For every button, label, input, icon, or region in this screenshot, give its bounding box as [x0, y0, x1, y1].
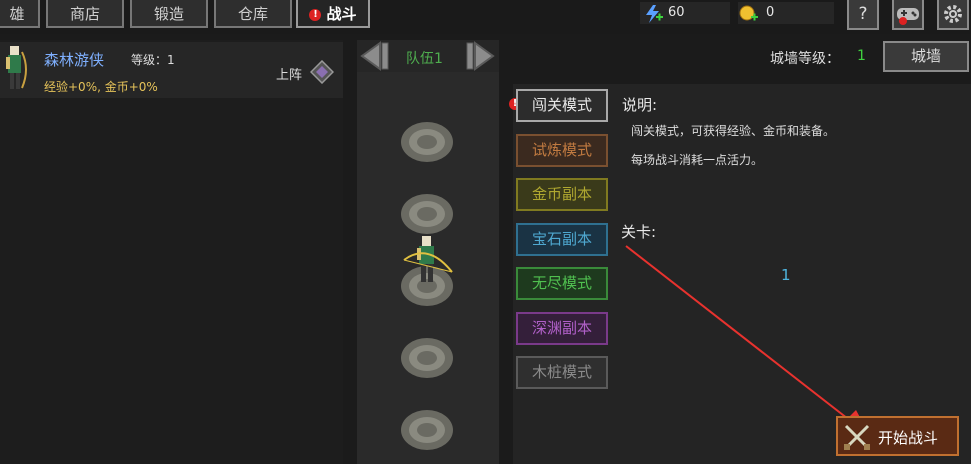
- tab-label: 仓库: [237, 5, 268, 23]
- tab-label: 雄: [9, 5, 25, 23]
- energy-value: 60: [668, 5, 685, 20]
- tab-battle[interactable]: ! 战斗: [296, 0, 370, 28]
- formation-slot[interactable]: [400, 334, 454, 380]
- gamepad-button[interactable]: [892, 0, 924, 30]
- mode-label: 无尽模式: [531, 274, 592, 292]
- tab-label: 战斗: [326, 5, 357, 23]
- hero-card[interactable]: 森林游侠 等级：1 经验+0%, 金币+0% 上阵: [0, 42, 343, 98]
- mode-button-abyss-dungeon[interactable]: 深渊副本: [516, 312, 608, 345]
- tab-forge[interactable]: 锻造: [130, 0, 208, 28]
- prev-team-arrow-icon[interactable]: [358, 41, 390, 71]
- mode-label: 宝石副本: [531, 230, 592, 248]
- team-label: 队伍1: [406, 51, 443, 67]
- tab-warehouse[interactable]: 仓库: [214, 0, 292, 28]
- description-title: 说明:: [622, 96, 658, 114]
- gear-icon: [944, 5, 962, 23]
- mode-label: 闯关模式: [531, 96, 592, 114]
- mode-label: 深渊副本: [531, 319, 592, 337]
- deploy-diamond-icon[interactable]: [310, 60, 334, 84]
- question-icon: ?: [858, 4, 868, 24]
- gold-counter: 0: [738, 2, 834, 24]
- settings-button[interactable]: [937, 0, 969, 30]
- start-battle-button[interactable]: 开始战斗: [836, 416, 959, 456]
- tab-shop[interactable]: 商店: [46, 0, 124, 28]
- tab-label: 商店: [69, 5, 100, 23]
- tab-label: 锻造: [153, 5, 184, 23]
- energy-icon: [646, 5, 663, 23]
- wall-button[interactable]: 城墙: [883, 41, 969, 72]
- forest-ranger-sprite[interactable]: [400, 232, 456, 288]
- gold-value: 0: [766, 5, 775, 20]
- formation-slot[interactable]: [400, 118, 454, 164]
- start-battle-label: 开始战斗: [878, 429, 939, 447]
- mode-button-gold-dungeon[interactable]: 金币副本: [516, 178, 608, 211]
- mode-button-dummy[interactable]: 木桩模式: [516, 356, 608, 389]
- help-button[interactable]: ?: [847, 0, 879, 30]
- hero-name: 森林游侠: [44, 51, 105, 69]
- wall-level-label: 城墙等级：: [770, 51, 840, 67]
- hero-bonus: 经验+0%, 金币+0%: [44, 80, 158, 94]
- hero-list-panel: [0, 40, 343, 464]
- gamepad-icon: [897, 8, 919, 25]
- mode-button-gem-dungeon[interactable]: 宝石副本: [516, 223, 608, 256]
- description-line2: 每场战斗消耗一点活力。: [631, 153, 764, 167]
- energy-counter: 60: [640, 2, 730, 24]
- mode-label: 试炼模式: [531, 141, 592, 159]
- stage-title: 关卡:: [621, 223, 657, 241]
- hero-level: 等级：1: [131, 53, 175, 67]
- crossed-swords-icon: [844, 424, 870, 450]
- gold-coin-icon: [739, 5, 758, 21]
- annotation-arrow: [625, 245, 870, 436]
- forest-ranger-avatar: [6, 46, 27, 89]
- mode-button-stage[interactable]: 闯关模式: [516, 89, 608, 122]
- mode-label: 木桩模式: [531, 363, 592, 381]
- deploy-label: 上阵: [276, 68, 303, 83]
- mode-button-endless[interactable]: 无尽模式: [516, 267, 608, 300]
- formation-slot[interactable]: [400, 406, 454, 452]
- description-line1: 闯关模式，可获得经验、金币和装备。: [631, 124, 836, 138]
- wall-level-value: 1: [857, 48, 866, 64]
- formation-slot[interactable]: [400, 190, 454, 236]
- mode-button-trial[interactable]: 试炼模式: [516, 134, 608, 167]
- next-team-arrow-icon[interactable]: [465, 41, 497, 71]
- tab-heroes[interactable]: 雄: [0, 0, 40, 28]
- alert-icon: !: [309, 8, 322, 21]
- mode-label: 金币副本: [531, 185, 592, 203]
- wall-button-label: 城墙: [910, 47, 941, 65]
